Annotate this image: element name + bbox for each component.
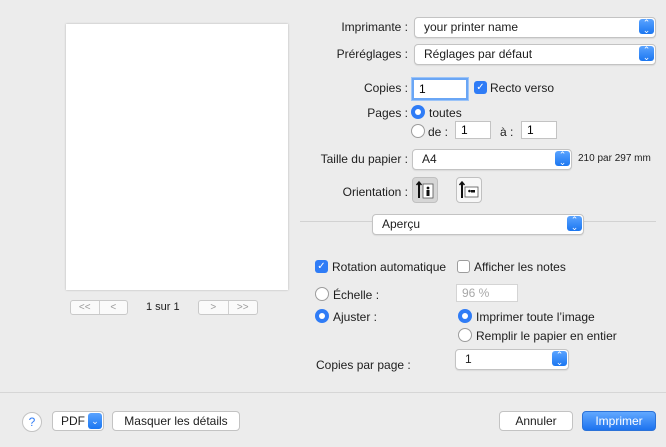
pages-from-field[interactable] <box>455 121 491 139</box>
up-down-chevron-icon: ⌃ ⌄ <box>639 18 654 34</box>
help-button[interactable]: ? <box>22 412 42 432</box>
fit-label: Ajuster : <box>333 310 378 324</box>
printer-value: your printer name <box>424 20 519 34</box>
copies-per-page-popup[interactable]: 1 ⌃ ⌄ <box>455 349 569 370</box>
fit-radio[interactable] <box>315 309 329 323</box>
pages-to-field[interactable] <box>521 121 557 139</box>
presets-popup[interactable]: Réglages par défaut ⌃ ⌄ <box>414 44 656 65</box>
print-entire-label: Imprimer toute l’image <box>476 310 595 324</box>
scale-radio[interactable] <box>315 287 329 301</box>
previous-page-icon[interactable]: < <box>98 301 128 314</box>
fill-paper-label: Remplir le papier en entier <box>476 329 617 343</box>
duplex-checkbox[interactable]: ✓ <box>474 81 487 94</box>
pages-from-label: de : <box>428 125 449 139</box>
pdf-button[interactable]: PDF ⌄ <box>52 411 104 431</box>
next-page-icon[interactable]: > <box>199 301 228 314</box>
paper-size-label: Taille du papier : <box>320 152 408 166</box>
pdf-label: PDF <box>61 414 85 428</box>
pages-label: Pages : <box>367 106 408 120</box>
pages-range-radio[interactable] <box>411 124 425 138</box>
scale-label: Échelle : <box>333 288 380 302</box>
presets-label: Préréglages : <box>336 47 408 61</box>
copies-field[interactable] <box>412 78 468 100</box>
print-entire-radio[interactable] <box>458 309 472 323</box>
orientation-label: Orientation : <box>342 185 408 199</box>
scale-field[interactable] <box>456 284 518 302</box>
auto-rotate-label: Rotation automatique <box>332 260 447 274</box>
show-notes-label: Afficher les notes <box>474 260 566 274</box>
paper-size-popup[interactable]: A4 ⌃ ⌄ <box>412 149 572 170</box>
last-page-icon[interactable]: >> <box>227 301 258 314</box>
pages-all-label: toutes <box>429 106 462 120</box>
chevron-down-icon: ⌄ <box>88 413 102 429</box>
up-down-chevron-icon: ⌃ ⌄ <box>639 45 654 61</box>
up-down-chevron-icon: ⌃ ⌄ <box>567 215 582 231</box>
presets-value: Réglages par défaut <box>424 47 533 61</box>
footer-separator <box>0 392 666 393</box>
copies-per-page-label: Copies par page : <box>316 358 411 372</box>
portrait-orientation-icon <box>415 180 434 199</box>
show-notes-checkbox[interactable] <box>457 260 470 273</box>
page-preview <box>66 24 288 290</box>
copies-label: Copies : <box>363 81 408 95</box>
duplex-label: Recto verso <box>490 81 555 95</box>
pages-to-label: à : <box>500 125 514 139</box>
first-page-icon[interactable]: << <box>71 301 99 314</box>
preview-nav-forward: > >> <box>198 300 258 315</box>
cancel-button[interactable]: Annuler <box>499 411 573 431</box>
up-down-chevron-icon: ⌃ ⌄ <box>552 350 567 366</box>
copies-per-page-value: 1 <box>465 352 472 366</box>
print-button[interactable]: Imprimer <box>582 411 656 431</box>
fill-paper-radio[interactable] <box>458 328 472 342</box>
paper-dimensions: 210 par 297 mm <box>578 153 651 164</box>
pages-all-radio[interactable] <box>411 105 425 119</box>
page-indicator: 1 sur 1 <box>146 301 180 313</box>
preview-nav-back: << < <box>70 300 128 315</box>
hide-details-button[interactable]: Masquer les détails <box>112 411 240 431</box>
section-popup-value: Aperçu <box>382 217 421 231</box>
printer-popup[interactable]: your printer name ⌃ ⌄ <box>414 17 656 38</box>
landscape-orientation-icon <box>458 180 479 198</box>
separator-right <box>584 221 656 222</box>
separator-left <box>300 221 372 222</box>
auto-rotate-checkbox[interactable]: ✓ <box>315 260 328 273</box>
up-down-chevron-icon: ⌃ ⌄ <box>555 150 570 166</box>
paper-size-value: A4 <box>422 152 437 166</box>
landscape-button[interactable] <box>456 177 482 203</box>
section-popup[interactable]: Aperçu ⌃ ⌄ <box>372 214 584 235</box>
portrait-button[interactable] <box>412 177 438 203</box>
printer-label: Imprimante : <box>341 20 408 34</box>
